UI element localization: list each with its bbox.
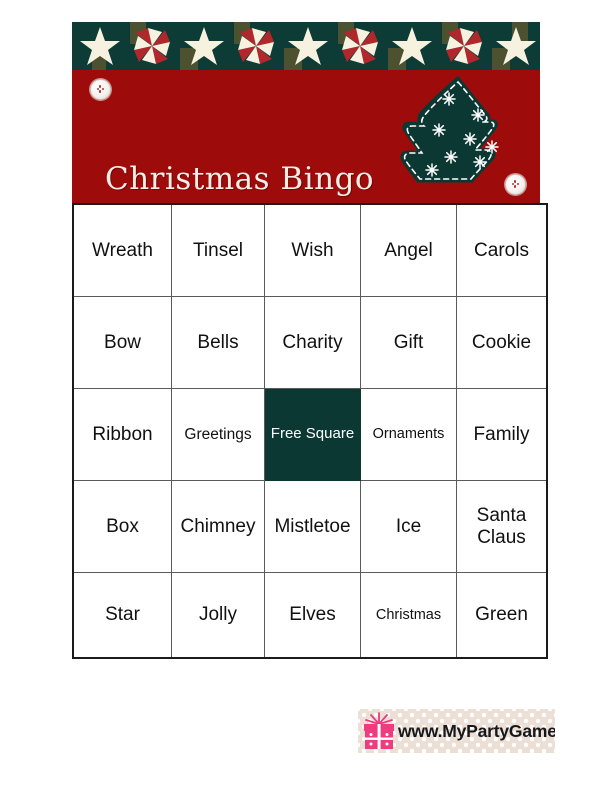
bingo-row: Star Jolly Elves Christmas Green	[72, 572, 548, 659]
bingo-cell[interactable]: Ice	[360, 480, 457, 573]
bingo-cell[interactable]: Bells	[171, 296, 265, 389]
bingo-cell[interactable]: Ornaments	[360, 388, 457, 481]
bingo-cell[interactable]: Box	[72, 480, 172, 573]
free-square-cell[interactable]: Free Square	[264, 388, 361, 481]
decorative-button-icon	[90, 79, 111, 100]
bingo-cell[interactable]: Jolly	[171, 572, 265, 659]
card-header: Christmas Bingo	[72, 70, 540, 203]
bingo-row: Bow Bells Charity Gift Cookie	[72, 296, 548, 389]
bingo-cell[interactable]: Santa Claus	[456, 480, 548, 573]
bingo-card: Christmas Bingo Wreath Tinsel Wish Angel…	[72, 22, 548, 659]
page-title: Christmas Bingo	[105, 161, 375, 197]
decorative-button-icon	[505, 174, 526, 195]
bingo-cell[interactable]: Wreath	[72, 203, 172, 297]
bingo-cell[interactable]: Tinsel	[171, 203, 265, 297]
christmas-tree-icon	[400, 75, 499, 183]
bingo-grid-body: Wreath Tinsel Wish Angel Carols Bow Bells Chari…	[72, 203, 548, 659]
bingo-cell[interactable]: Chimney	[171, 480, 265, 573]
footer-watermark: www.MyPartyGames.com	[358, 709, 555, 753]
bingo-cell[interactable]: Angel	[360, 203, 457, 297]
bingo-cell[interactable]: Family	[456, 388, 548, 481]
bingo-cell[interactable]: Gift	[360, 296, 457, 389]
bingo-cell[interactable]: Wish	[264, 203, 361, 297]
bingo-row: Box Chimney Mistletoe Ice Santa Claus	[72, 480, 548, 573]
bingo-cell[interactable]: Mistletoe	[264, 480, 361, 573]
bingo-row: Ribbon Greetings Free Square Ornaments Famil…	[72, 388, 548, 481]
bingo-cell[interactable]: Ribbon	[72, 388, 172, 481]
bingo-cell[interactable]: Star	[72, 572, 172, 659]
website-url-text: www.MyPartyGames.com	[398, 720, 555, 741]
star-border-pattern	[72, 22, 540, 70]
bingo-cell[interactable]: Charity	[264, 296, 361, 389]
bingo-cell[interactable]: Elves	[264, 572, 361, 659]
bingo-cell[interactable]: Cookie	[456, 296, 548, 389]
bingo-cell[interactable]: Christmas	[360, 572, 457, 659]
bingo-grid: Wreath Tinsel Wish Angel Carols Bow Bells Chari…	[72, 203, 548, 659]
bingo-cell[interactable]: Green	[456, 572, 548, 659]
gift-box-icon	[364, 712, 394, 749]
bingo-cell[interactable]: Greetings	[171, 388, 265, 481]
bingo-cell[interactable]: Carols	[456, 203, 548, 297]
bingo-row: Wreath Tinsel Wish Angel Carols	[72, 203, 548, 297]
bingo-cell[interactable]: Bow	[72, 296, 172, 389]
